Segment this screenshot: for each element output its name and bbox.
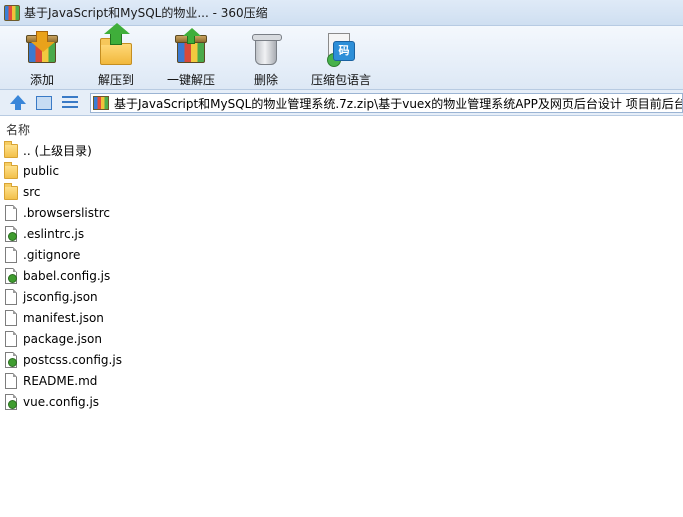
file-icon [4,309,18,327]
file-name: vue.config.js [23,395,100,409]
file-row[interactable]: vue.config.js [4,392,304,412]
archive-language-button[interactable]: 码 压缩包语言 [308,28,374,88]
path-text: 基于JavaScript和MySQL的物业管理系统.7z.zip\基于vuex的… [114,96,683,111]
path-field[interactable]: 基于JavaScript和MySQL的物业管理系统.7z.zip\基于vuex的… [90,93,683,113]
address-bar: 基于JavaScript和MySQL的物业管理系统.7z.zip\基于vuex的… [0,90,683,116]
file-row[interactable]: .gitignore [4,245,304,265]
add-button[interactable]: 添加 [20,28,64,88]
file-icon [4,204,18,222]
folder-icon [4,182,18,201]
file-icon [4,372,18,390]
file-icon [4,246,18,264]
js-file-icon [4,351,18,369]
file-row[interactable]: jsconfig.json [4,287,304,307]
file-row[interactable]: .browserslistrc [4,203,304,223]
extract-to-button-label: 解压到 [97,73,134,87]
extract-to-button[interactable]: 解压到 [92,23,140,88]
file-name: package.json [23,332,103,346]
archive-icon [93,96,109,110]
js-file-icon [4,267,18,285]
file-name: .. (上级目录) [23,143,92,158]
file-name: manifest.json [23,311,104,325]
add-button-label: 添加 [29,73,54,87]
file-icon [4,288,18,306]
view-mode-icon[interactable] [36,96,52,110]
delete-button-label: 删除 [253,73,278,87]
title-bar: 基于JavaScript和MySQL的物业... - 360压缩 [0,0,683,26]
file-icon [4,330,18,348]
file-row[interactable]: .. (上级目录) [4,140,304,160]
add-archive-icon [24,31,60,67]
toolbar: 添加 解压到 一键解压 删除 码 压缩包语言 [0,23,683,90]
list-view-icon[interactable] [62,96,78,110]
file-name: jsconfig.json [23,290,98,304]
language-badge: 码 [333,41,355,61]
file-name: babel.config.js [23,269,111,283]
archive-language-icon: 码 [323,31,359,67]
file-row[interactable]: README.md [4,371,304,391]
file-name: public [23,164,60,178]
file-row[interactable]: package.json [4,329,304,349]
app-archive-icon [4,4,20,21]
up-arrow-icon[interactable] [8,95,28,111]
file-row[interactable]: manifest.json [4,308,304,328]
file-name: .browserslistrc [23,206,110,220]
file-name: src [23,185,41,199]
file-row[interactable]: src [4,182,304,202]
file-name: README.md [23,374,98,388]
one-click-extract-icon [173,28,209,67]
file-row[interactable]: .eslintrc.js [4,224,304,244]
delete-button[interactable]: 删除 [246,28,286,88]
js-file-icon [4,393,18,411]
file-name: .gitignore [23,248,81,262]
one-click-extract-button-label: 一键解压 [166,73,215,87]
file-row[interactable]: postcss.config.js [4,350,304,370]
file-list: 名称 .. (上级目录) public src .browserslistrc .esl… [0,116,683,517]
folder-icon [4,161,18,180]
file-name: .eslintrc.js [23,227,85,241]
archive-language-button-label: 压缩包语言 [310,73,371,87]
file-row[interactable]: public [4,161,304,181]
column-header-name[interactable]: 名称 [6,121,30,138]
folder-icon [4,140,18,159]
extract-to-icon [98,23,134,67]
window-title: 基于JavaScript和MySQL的物业... - 360压缩 [24,6,268,20]
js-file-icon [4,225,18,243]
one-click-extract-button[interactable]: 一键解压 [163,28,219,88]
file-row[interactable]: babel.config.js [4,266,304,286]
file-name: postcss.config.js [23,353,122,367]
delete-icon [248,31,284,67]
